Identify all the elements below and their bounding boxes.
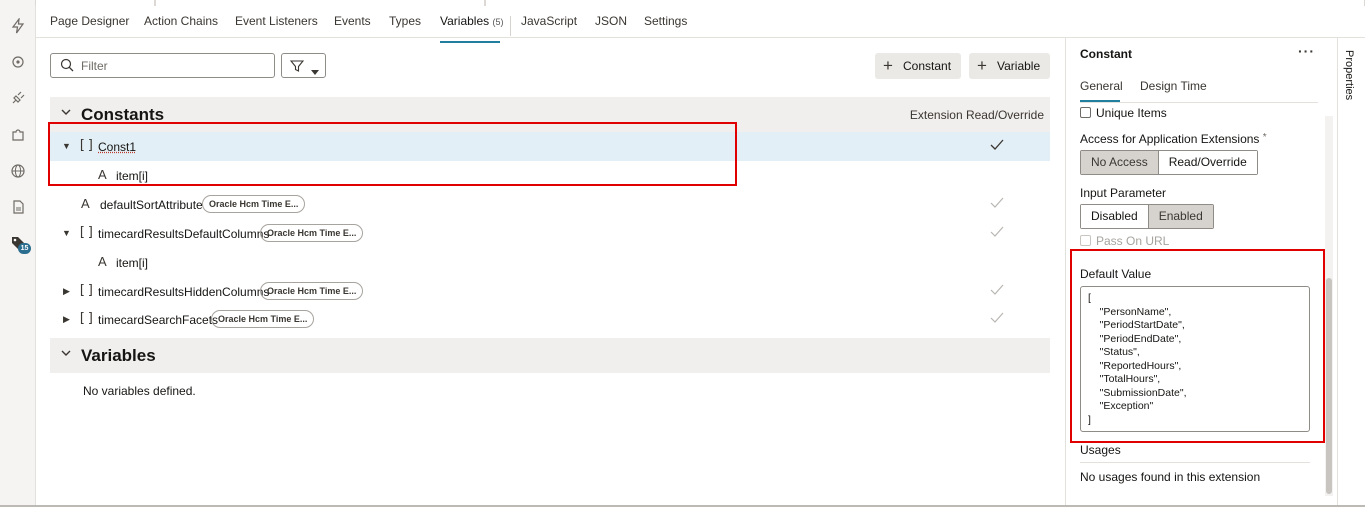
tab-javascript[interactable]: JavaScript [521,14,577,28]
access-toggle[interactable]: No Access Read/Override [1080,150,1258,175]
no-access-option[interactable]: No Access [1081,151,1158,174]
check-icon [990,226,1004,238]
editor-tab-bar: Page Designer Action Chains Event Listen… [36,6,1365,43]
panel-title: Constant [1080,47,1132,61]
constant-row-item[interactable]: A item[i] [50,248,1050,277]
check-icon [990,197,1004,209]
puzzle-icon[interactable] [10,127,26,143]
chevron-down-icon[interactable] [60,106,72,118]
tab-action-chains[interactable]: Action Chains [144,14,218,28]
constant-row-default-columns[interactable]: ▼ [] timecardResultsDefaultColumns Oracl… [50,219,1050,248]
target-icon[interactable] [10,54,26,70]
empty-variables-message: No variables defined. [83,384,196,398]
highlight-box [1070,249,1325,443]
highlight-box [48,122,737,186]
array-icon: [] [78,311,96,326]
tabs-divider [1080,102,1318,103]
tab-variables-count: (5) [492,17,504,27]
input-parameter-toggle[interactable]: Disabled Enabled [1080,204,1214,229]
unique-items-label: Unique Items [1096,106,1167,120]
tab-variables[interactable]: Variables (5) [440,14,503,28]
source-pill: Oracle Hcm Time E... [202,195,306,213]
string-icon: A [81,196,90,211]
filter-options-button[interactable] [281,53,326,78]
constant-name[interactable]: timecardResultsDefaultColumns [98,227,269,241]
plug-icon[interactable] [10,90,26,106]
check-icon [990,312,1004,324]
tab-events[interactable]: Events [334,14,371,28]
source-pill: Oracle Hcm Time E... [260,224,364,242]
properties-scrollbar-thumb[interactable] [1326,278,1332,494]
filter-input[interactable] [81,57,266,75]
pass-on-url-label: Pass On URL [1096,234,1170,248]
tab-types[interactable]: Types [389,14,421,28]
variables-title: Variables [81,346,156,365]
tab-divider [510,16,511,36]
add-variable-button[interactable]: + Variable [969,53,1050,79]
expand-toggle-icon[interactable]: ▶ [63,314,70,325]
globe-icon[interactable] [10,163,26,179]
active-tab-indicator [440,41,500,43]
properties-side-tab[interactable]: Properties [1343,50,1355,100]
source-pill: Oracle Hcm Time E... [211,310,315,328]
string-icon: A [98,254,107,269]
required-mark: * [1262,132,1267,143]
funnel-icon [289,59,305,76]
filter-field[interactable] [50,53,275,78]
plus-icon: + [883,56,893,75]
add-constant-label: Constant [903,59,952,73]
disabled-option[interactable]: Disabled [1081,205,1148,228]
variables-section-header[interactable]: Variables [50,338,1050,373]
tab-page-designer[interactable]: Page Designer [50,14,129,28]
check-icon [990,139,1004,151]
input-parameter-label: Input Parameter [1080,186,1167,200]
constant-row-search-facets[interactable]: ▶ [] timecardSearchFacets Oracle Hcm Tim… [50,305,1050,334]
constant-name[interactable]: timecardSearchFacets [98,313,218,327]
plus-icon: + [977,56,987,75]
tab-design-time[interactable]: Design Time [1140,79,1207,93]
access-label: Access for Application Extensions * [1080,132,1267,146]
usages-text: No usages found in this extension [1080,470,1261,484]
expand-toggle-icon[interactable]: ▼ [62,228,71,238]
source-pill: Oracle Hcm Time E... [260,282,364,300]
chevron-down-icon[interactable] [60,347,72,359]
add-variable-label: Variable [997,59,1041,73]
read-override-option[interactable]: Read/Override [1157,151,1257,174]
tab-json[interactable]: JSON [595,14,627,28]
tab-variables-label: Variables [440,14,490,28]
document-icon[interactable] [10,199,26,215]
constant-row-hidden-columns[interactable]: ▶ [] timecardResultsHiddenColumns Oracle… [50,277,1050,306]
access-label-text: Access for Application Extensions [1080,132,1260,146]
side-tab-bar: Properties [1337,38,1365,507]
pass-on-url-checkbox[interactable] [1080,235,1091,246]
chevron-down-icon [311,64,319,78]
tab-settings[interactable]: Settings [644,14,687,28]
tab-event-listeners[interactable]: Event Listeners [235,14,318,28]
more-options-icon[interactable]: ··· [1298,43,1315,59]
enabled-option[interactable]: Enabled [1147,205,1213,228]
unique-items-checkbox[interactable] [1080,107,1091,118]
constant-name[interactable]: defaultSortAttribute [100,198,203,212]
constant-name[interactable]: item[i] [116,256,148,270]
lightning-icon[interactable] [10,16,26,34]
constant-row-default-sort[interactable]: A defaultSortAttribute Oracle Hcm Time E… [50,190,1050,219]
usages-label: Usages [1080,443,1121,457]
usages-divider [1080,462,1310,463]
expand-toggle-icon[interactable]: ▶ [63,286,70,297]
notification-badge: 15 [18,243,31,254]
constant-name[interactable]: timecardResultsHiddenColumns [98,285,269,299]
left-rail: 15 [0,0,36,507]
tab-general[interactable]: General [1080,79,1123,93]
add-constant-button[interactable]: + Constant [875,53,961,79]
array-icon: [] [78,283,96,298]
extension-column-header: Extension Read/Override [909,108,1044,122]
search-icon [60,58,74,72]
check-icon [990,284,1004,296]
array-icon: [] [78,225,96,240]
